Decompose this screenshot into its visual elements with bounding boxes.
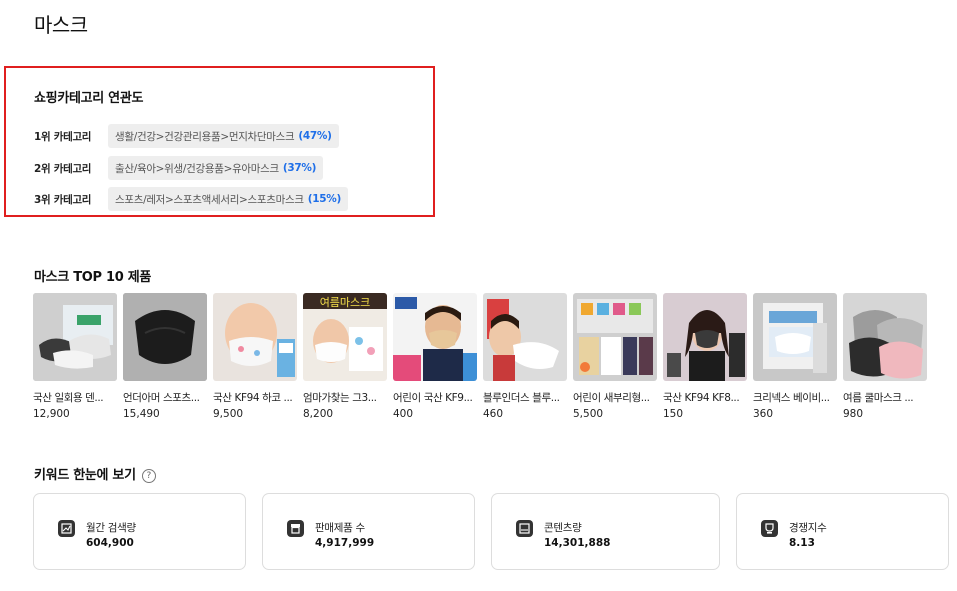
product-card[interactable]: 여름마스크 엄마가찾는 그3... 8,200 <box>303 293 387 420</box>
stat-value: 14,301,888 <box>544 537 611 549</box>
category-path: 스포츠/레저>스포츠액세서리>스포츠마스크 <box>115 193 304 206</box>
product-price: 9,500 <box>213 408 244 420</box>
category-rank: 1위 카테고리 <box>34 130 92 143</box>
product-price: 12,900 <box>33 408 70 420</box>
product-name: 국산 KF94 하코 ... <box>213 392 293 404</box>
top-products-title: 마스크 TOP 10 제품 <box>34 270 152 285</box>
product-price: 150 <box>663 408 684 420</box>
product-card[interactable]: 국산 일회용 덴... 12,900 <box>33 293 117 420</box>
product-price: 5,500 <box>573 408 604 420</box>
category-row-3: 3위 카테고리 스포츠/레저>스포츠액세서리>스포츠마스크 (15%) <box>34 187 348 211</box>
product-thumbnail[interactable] <box>843 293 927 381</box>
product-thumbnail[interactable] <box>753 293 837 381</box>
product-card[interactable]: 여름 쿨마스크 ... 980 <box>843 293 927 420</box>
category-path-pill[interactable]: 스포츠/레저>스포츠액세서리>스포츠마스크 (15%) <box>108 187 348 211</box>
product-card[interactable]: 어린이 새부리형... 5,500 <box>573 293 657 420</box>
category-path: 출산/육아>위생/건강용품>유아마스크 <box>115 162 279 175</box>
category-relevance-title: 쇼핑카테고리 연관도 <box>34 91 144 106</box>
category-path: 생활/건강>건강관리용품>먼지차단마스크 <box>115 130 295 143</box>
document-icon <box>516 520 533 537</box>
product-name: 블루인더스 블루... <box>483 392 560 404</box>
product-card[interactable]: 국산 KF94 KF8... 150 <box>663 293 747 420</box>
stat-card-monthly-search: 월간 검색량 604,900 <box>33 493 246 570</box>
stat-value: 4,917,999 <box>315 537 375 549</box>
stat-label: 경쟁지수 <box>789 522 827 534</box>
product-thumbnail[interactable]: 여름마스크 <box>303 293 387 381</box>
page-title: 마스크 <box>34 13 88 37</box>
keyword-overview-title-text: 키워드 한눈에 보기 <box>34 468 136 483</box>
product-name: 언더아머 스포츠... <box>123 392 200 404</box>
product-name: 국산 일회용 덴... <box>33 392 104 404</box>
chart-icon <box>58 520 75 537</box>
product-card[interactable]: 언더아머 스포츠... 15,490 <box>123 293 207 420</box>
stat-label: 월간 검색량 <box>86 522 136 534</box>
category-path-pill[interactable]: 출산/육아>위생/건강용품>유아마스크 (37%) <box>108 156 324 180</box>
product-price: 360 <box>753 408 774 420</box>
box-icon <box>287 520 304 537</box>
stat-card-content-volume: 콘텐츠량 14,301,888 <box>491 493 720 570</box>
product-thumbnail[interactable] <box>573 293 657 381</box>
category-path-pill[interactable]: 생활/건강>건강관리용품>먼지차단마스크 (47%) <box>108 124 339 148</box>
product-card[interactable]: 국산 KF94 하코 ... 9,500 <box>213 293 297 420</box>
product-thumbnail[interactable] <box>663 293 747 381</box>
product-price: 460 <box>483 408 504 420</box>
product-name: 국산 KF94 KF8... <box>663 392 740 404</box>
product-card[interactable]: 블루인더스 블루... 460 <box>483 293 567 420</box>
product-card[interactable]: 어린이 국산 KF9... 400 <box>393 293 477 420</box>
keyword-overview-title: 키워드 한눈에 보기? <box>34 464 156 483</box>
top-products-list: 국산 일회용 덴... 12,900 언더아머 스포츠... 15,490 국산… <box>33 293 933 420</box>
stat-value: 8.13 <box>789 537 815 549</box>
product-name: 어린이 국산 KF9... <box>393 392 473 404</box>
stat-label: 판매제품 수 <box>315 522 365 534</box>
product-thumbnail[interactable] <box>33 293 117 381</box>
product-name: 크리넥스 베이비... <box>753 392 830 404</box>
category-rank: 2위 카테고리 <box>34 162 92 175</box>
help-icon[interactable]: ? <box>141 468 156 483</box>
product-price: 15,490 <box>123 408 160 420</box>
product-price: 8,200 <box>303 408 334 420</box>
stat-value: 604,900 <box>86 537 134 549</box>
product-thumbnail[interactable] <box>123 293 207 381</box>
product-name: 여름 쿨마스크 ... <box>843 392 914 404</box>
thumbnail-banner-text: 여름마스크 <box>320 296 371 309</box>
trophy-icon <box>761 520 778 537</box>
category-percent: (37%) <box>282 162 317 174</box>
product-price: 980 <box>843 408 864 420</box>
category-rank: 3위 카테고리 <box>34 193 92 206</box>
product-name: 어린이 새부리형... <box>573 392 650 404</box>
product-name: 엄마가찾는 그3... <box>303 392 377 404</box>
category-row-2: 2위 카테고리 출산/육아>위생/건강용품>유아마스크 (37%) <box>34 156 324 180</box>
product-thumbnail[interactable] <box>213 293 297 381</box>
product-thumbnail[interactable] <box>483 293 567 381</box>
product-card[interactable]: 크리넥스 베이비... 360 <box>753 293 837 420</box>
category-percent: (15%) <box>307 193 342 205</box>
stat-card-products-sold: 판매제품 수 4,917,999 <box>262 493 475 570</box>
category-percent: (47%) <box>298 130 332 142</box>
product-price: 400 <box>393 408 414 420</box>
product-thumbnail[interactable] <box>393 293 477 381</box>
stat-card-competition-index: 경쟁지수 8.13 <box>736 493 949 570</box>
stat-label: 콘텐츠량 <box>544 522 582 534</box>
category-row-1: 1위 카테고리 생활/건강>건강관리용품>먼지차단마스크 (47%) <box>34 124 339 148</box>
category-relevance-panel: 쇼핑카테고리 연관도 1위 카테고리 생활/건강>건강관리용품>먼지차단마스크 … <box>4 66 435 217</box>
